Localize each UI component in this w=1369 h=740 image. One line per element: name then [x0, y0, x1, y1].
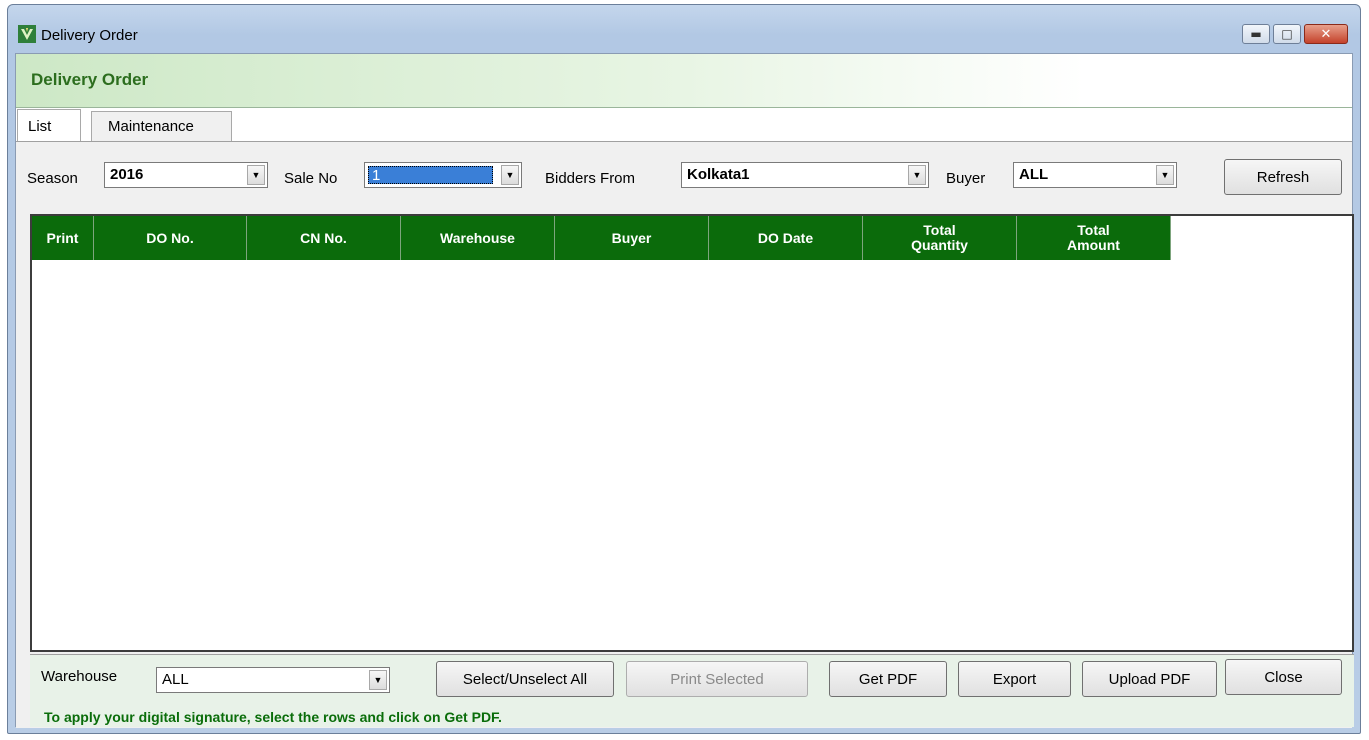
title-bar[interactable]: Delivery Order ▬ □ ✕ [8, 5, 1360, 49]
app-leaf-icon [18, 25, 36, 43]
chevron-down-icon[interactable]: ▼ [908, 165, 926, 185]
upload-pdf-label: Upload PDF [1108, 670, 1191, 688]
app-window: Delivery Order ▬ □ ✕ Delivery Order List… [7, 4, 1361, 734]
bidders-from-label: Bidders From [545, 170, 636, 187]
minimize-button[interactable]: ▬ [1242, 24, 1270, 44]
warehouse-label: Warehouse [41, 668, 118, 685]
get-pdf-button[interactable]: Get PDF [829, 661, 947, 697]
close-icon: ✕ [1320, 26, 1332, 42]
chevron-down-icon[interactable]: ▼ [1156, 165, 1174, 185]
tab-list-label: List [28, 118, 52, 135]
header-band: Delivery Order [16, 54, 1352, 108]
column-header-do-no[interactable]: DO No. [94, 216, 247, 260]
print-selected-button[interactable]: Print Selected [626, 661, 808, 697]
buyer-label: Buyer [946, 170, 986, 187]
column-header-warehouse[interactable]: Warehouse [401, 216, 555, 260]
tab-strip: List Maintenance [16, 108, 1352, 142]
page-title: Delivery Order [31, 70, 149, 89]
column-header-buyer[interactable]: Buyer [555, 216, 709, 260]
grid-header-row: Print DO No. CN No. Warehouse Buyer DO D… [32, 216, 1171, 260]
season-select[interactable]: 2016 ▼ [104, 162, 268, 188]
column-header-print[interactable]: Print [32, 216, 94, 260]
tab-list[interactable]: List [17, 109, 81, 142]
maximize-button[interactable]: □ [1273, 24, 1301, 44]
select-unselect-all-button[interactable]: Select/Unselect All [436, 661, 614, 697]
column-header-cn-no[interactable]: CN No. [247, 216, 401, 260]
chevron-down-icon[interactable]: ▼ [247, 165, 265, 185]
maximize-icon: □ [1281, 27, 1293, 41]
column-header-do-date[interactable]: DO Date [709, 216, 863, 260]
buyer-select[interactable]: ALL ▼ [1013, 162, 1177, 188]
select-unselect-all-label: Select/Unselect All [462, 670, 588, 688]
sale-no-selection: 1 [368, 166, 493, 184]
minimize-icon: ▬ [1250, 27, 1262, 41]
tab-maintenance[interactable]: Maintenance [91, 111, 232, 141]
upload-pdf-button[interactable]: Upload PDF [1082, 661, 1217, 697]
warehouse-select[interactable]: ALL ▼ [156, 667, 390, 693]
client-area: Delivery Order List Maintenance Season 2… [15, 53, 1354, 728]
close-window-button[interactable]: ✕ [1304, 24, 1348, 44]
warehouse-value: ALL [162, 671, 189, 688]
digital-signature-hint: To apply your digital signature, select … [44, 709, 502, 725]
export-button[interactable]: Export [958, 661, 1071, 697]
sale-no-select[interactable]: 1 ▼ [364, 162, 522, 188]
refresh-button[interactable]: Refresh [1224, 159, 1342, 195]
season-value: 2016 [110, 166, 144, 183]
export-label: Export [992, 670, 1037, 688]
close-button[interactable]: Close [1225, 659, 1342, 695]
chevron-down-icon[interactable]: ▼ [369, 670, 387, 690]
window-title: Delivery Order [41, 27, 138, 44]
list-panel: Season 2016 ▼ Sale No 1 ▼ Bidders From K… [16, 141, 1354, 728]
get-pdf-label: Get PDF [858, 670, 918, 688]
delivery-order-grid[interactable]: Print DO No. CN No. Warehouse Buyer DO D… [30, 214, 1354, 652]
bidders-from-value: Kolkata1 [687, 166, 750, 183]
sale-no-value: 1 [372, 167, 381, 184]
column-header-total-amount[interactable]: Total Amount [1017, 216, 1171, 260]
bidders-from-select[interactable]: Kolkata1 ▼ [681, 162, 929, 188]
column-header-total-quantity[interactable]: Total Quantity [863, 216, 1017, 260]
chevron-down-icon[interactable]: ▼ [501, 165, 519, 185]
footer-bar: Warehouse ALL ▼ Select/Unselect All Prin… [30, 654, 1354, 727]
close-label: Close [1264, 668, 1303, 686]
sale-no-label: Sale No [284, 170, 338, 187]
season-label: Season [27, 170, 78, 187]
buyer-value: ALL [1019, 166, 1049, 183]
tab-maintenance-label: Maintenance [108, 118, 194, 135]
print-selected-label: Print Selected [670, 670, 764, 688]
refresh-button-label: Refresh [1256, 168, 1310, 186]
